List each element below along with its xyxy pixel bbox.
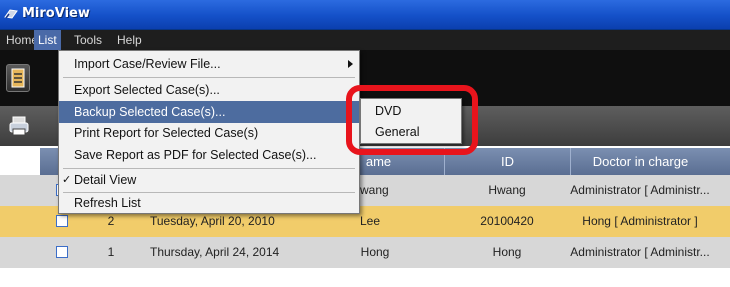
- menu-item-refresh-list[interactable]: Refresh List: [59, 192, 359, 214]
- menu-item-detail-view-label: Detail View: [74, 173, 137, 187]
- check-icon: ✓: [62, 174, 72, 186]
- table-row[interactable]: 1 Thursday, April 24, 2014 Hong Hong Adm…: [0, 237, 730, 268]
- menu-item-import[interactable]: Import Case/Review File...: [59, 53, 359, 75]
- grid-empty-area: [0, 268, 730, 287]
- menu-separator: [63, 77, 355, 78]
- submenu-arrow-icon: [348, 60, 353, 68]
- menu-item-export[interactable]: Export Selected Case(s)...: [59, 79, 359, 101]
- cell-doctor: Hong [ Administrator ]: [582, 214, 698, 228]
- menu-item-detail-view[interactable]: ✓ Detail View: [59, 169, 359, 191]
- cell-doctor: Administrator [ Administr...: [570, 245, 710, 259]
- list-view-button[interactable]: [6, 64, 30, 92]
- cell-id: Hwang: [488, 183, 526, 197]
- menu-item-import-label: Import Case/Review File...: [74, 57, 221, 71]
- menu-item-print-report[interactable]: Print Report for Selected Case(s): [59, 122, 359, 144]
- cell-doctor: Administrator [ Administr...: [570, 183, 710, 197]
- row-checkbox[interactable]: [56, 246, 68, 258]
- menu-bar: Home List Tools Help: [0, 30, 730, 50]
- menu-item-backup[interactable]: Backup Selected Case(s)...: [59, 101, 359, 123]
- list-view-icon: [11, 68, 25, 88]
- highlight-annotation: [346, 85, 478, 155]
- cell-id: 20100420: [480, 214, 534, 228]
- menu-item-save-pdf[interactable]: Save Report as PDF for Selected Case(s).…: [59, 144, 359, 166]
- menu-list[interactable]: List: [34, 30, 61, 50]
- menu-tools[interactable]: Tools: [70, 30, 106, 50]
- cell-name: Hong: [360, 245, 390, 259]
- cell-name: wang: [360, 183, 389, 197]
- column-doctor[interactable]: Doctor in charge: [570, 148, 710, 175]
- list-menu-dropdown: Import Case/Review File... Export Select…: [58, 50, 360, 214]
- window-title: MiroView: [22, 6, 90, 21]
- app-logo-icon: [4, 9, 18, 19]
- print-button[interactable]: [8, 115, 30, 137]
- cell-no: 1: [107, 245, 115, 259]
- cell-date: Thursday, April 24, 2014: [150, 245, 280, 259]
- menu-help[interactable]: Help: [113, 30, 146, 50]
- cell-name: Lee: [360, 214, 381, 228]
- title-bar: MiroView: [0, 0, 730, 30]
- print-icon: [9, 116, 29, 136]
- row-checkbox[interactable]: [56, 215, 68, 227]
- cell-id: Hong: [492, 245, 522, 259]
